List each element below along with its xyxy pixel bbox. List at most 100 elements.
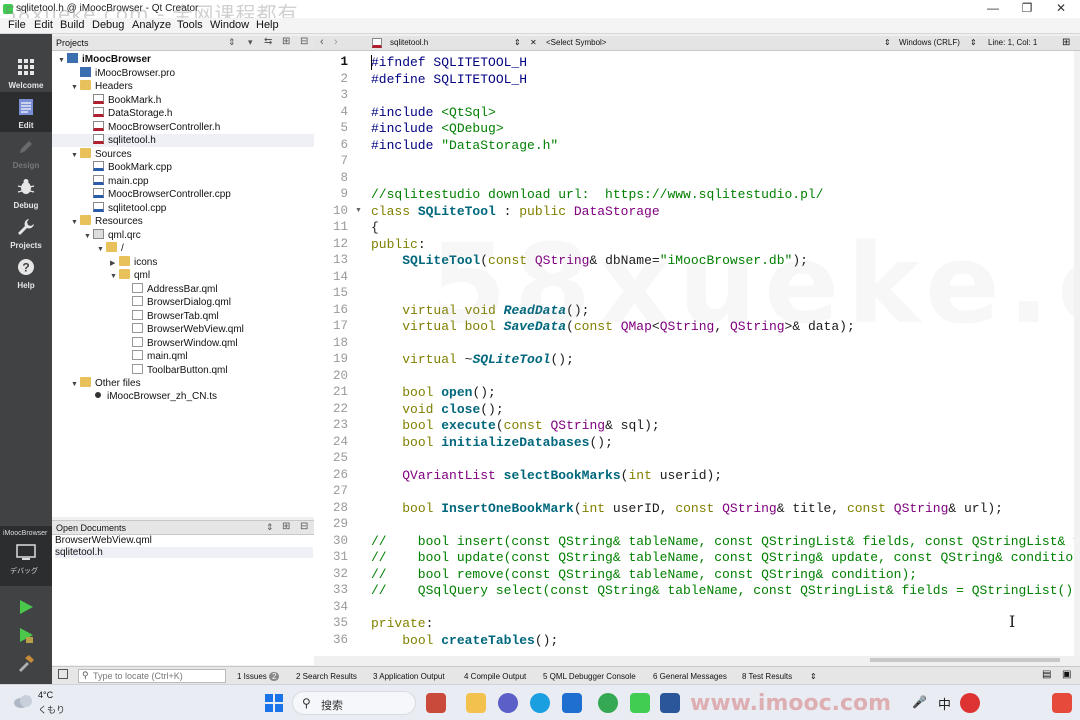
mode-edit[interactable]: Edit	[0, 92, 52, 132]
notification-app-icon[interactable]	[1052, 693, 1072, 713]
qt-creator-taskbar-icon[interactable]	[630, 693, 650, 713]
collapse-arrow-icon[interactable]: ▼	[58, 57, 67, 64]
view-dropdown-icon[interactable]: ⇕	[228, 37, 236, 48]
debug-run-icon[interactable]	[17, 626, 35, 644]
output-tab-general-messages[interactable]: 6 General Messages	[653, 672, 727, 681]
mode-projects[interactable]: Projects	[0, 212, 52, 252]
collapse-arrow-icon[interactable]: ▼	[71, 219, 80, 226]
menu-tools[interactable]: Tools	[177, 19, 203, 31]
sogou-ime-icon[interactable]	[960, 693, 980, 713]
taskbar-app-icon[interactable]	[426, 693, 446, 713]
project-tree-item[interactable]: BookMark.h	[52, 93, 314, 107]
project-tree-item[interactable]: BookMark.cpp	[52, 161, 314, 174]
collapse-arrow-icon[interactable]: ▼	[71, 152, 80, 159]
forward-arrow-icon[interactable]: ›	[334, 36, 338, 48]
build-hammer-icon[interactable]	[17, 654, 35, 672]
project-tree-item[interactable]: ▼ Other files	[52, 377, 314, 390]
output-tab-test-results[interactable]: 8 Test Results	[742, 672, 792, 681]
project-tree-item[interactable]: DataStorage.h	[52, 107, 314, 120]
toggle-sidebar-icon[interactable]	[58, 669, 68, 679]
project-tree-item[interactable]: MoocBrowserController.h	[52, 120, 314, 134]
current-file-name[interactable]: sqlitetool.h	[390, 38, 428, 47]
close-pane-icon[interactable]: ⊟	[300, 36, 308, 47]
symbol-dropdown-icon[interactable]: ⇕	[884, 38, 891, 47]
view-dropdown-icon[interactable]: ⇕	[266, 522, 274, 533]
menu-analyze[interactable]: Analyze	[132, 19, 171, 31]
mode-debug[interactable]: Debug	[0, 172, 52, 212]
collapse-arrow-icon[interactable]: ▼	[71, 84, 80, 91]
more-tabs-icon[interactable]: ⇕	[810, 672, 817, 681]
collapse-arrow-icon[interactable]: ▼	[97, 246, 106, 253]
output-tab-issues[interactable]: 1 Issues 2	[237, 672, 280, 681]
chrome-browser-icon[interactable]	[598, 693, 618, 713]
project-tree-item[interactable]: BrowserDialog.qml	[52, 296, 314, 309]
code-editor[interactable]: #ifndef SQLITETOOL_H #define SQLITETOOL_H…	[364, 51, 1074, 656]
link-icon[interactable]: ⇆	[264, 36, 272, 47]
project-tree-item[interactable]: ▼ iMoocBrowser	[52, 53, 314, 66]
expand-arrow-icon[interactable]: ▶	[110, 259, 119, 267]
output-tab-application-output[interactable]: 3 Application Output	[373, 672, 445, 681]
project-tree-item[interactable]: ▼ qml.qrc	[52, 228, 314, 242]
split-icon[interactable]: ⊞	[282, 36, 290, 47]
close-pane-icon[interactable]: ⊟	[300, 521, 308, 532]
minimize-button[interactable]: —	[976, 0, 1010, 18]
cursor-position[interactable]: Line: 1, Col: 1	[988, 38, 1037, 47]
menu-file[interactable]: File	[8, 19, 26, 31]
mode-help[interactable]: ? Help	[0, 252, 52, 292]
cloud-weather-icon[interactable]	[12, 693, 34, 709]
project-tree-item[interactable]: ▼ Headers	[52, 80, 314, 93]
teams-icon[interactable]	[498, 693, 518, 713]
toggle-output-icon[interactable]: ▣	[1062, 669, 1071, 680]
project-tree-item[interactable]: sqlitetool.cpp	[52, 201, 314, 215]
encoding-dropdown-icon[interactable]: ⇕	[970, 38, 977, 47]
open-document-item[interactable]: sqlitetool.h	[55, 547, 313, 558]
maximize-output-icon[interactable]: ▤	[1042, 669, 1051, 680]
output-tab-compile-output[interactable]: 4 Compile Output	[464, 672, 526, 681]
file-dropdown-icon[interactable]: ⇕	[514, 38, 521, 47]
kit-selector[interactable]: iMoocBrowser デバッグ	[0, 526, 52, 586]
word-icon[interactable]	[660, 693, 680, 713]
filter-icon[interactable]: ▾	[248, 37, 253, 48]
file-explorer-icon[interactable]	[466, 693, 486, 713]
open-document-item[interactable]: BrowserWebView.qml	[55, 535, 152, 546]
project-tree-item[interactable]: MoocBrowserController.cpp	[52, 188, 314, 201]
project-tree-item[interactable]: sqlitetool.h	[52, 134, 314, 147]
project-tree-item[interactable]: AddressBar.qml	[52, 282, 314, 296]
project-tree-item[interactable]: ToolbarButton.qml	[52, 363, 314, 377]
project-tree-item[interactable]: ▼ Sources	[52, 147, 314, 161]
collapse-arrow-icon[interactable]: ▼	[84, 233, 93, 240]
back-arrow-icon[interactable]: ‹	[320, 36, 324, 48]
project-tree-item[interactable]: iMoocBrowser_zh_CN.ts	[52, 391, 314, 404]
project-tree-item[interactable]: main.cpp	[52, 174, 314, 188]
project-tree-item[interactable]: main.qml	[52, 350, 314, 363]
run-icon[interactable]	[17, 598, 35, 616]
project-tree-item[interactable]: BrowserWebView.qml	[52, 323, 314, 336]
fold-marker-icon[interactable]: ▼	[355, 207, 362, 214]
output-tab-search-results[interactable]: 2 Search Results	[296, 672, 357, 681]
ime-indicator[interactable]: 中	[938, 694, 951, 713]
output-tab-qml-debugger-console[interactable]: 5 QML Debugger Console	[543, 672, 636, 681]
maximize-button[interactable]: ❐	[1010, 0, 1044, 18]
windows-start-icon[interactable]	[264, 693, 284, 713]
project-tree-item[interactable]: iMoocBrowser.pro	[52, 66, 314, 80]
project-tree-item[interactable]: ▼ qml	[52, 269, 314, 282]
menu-help[interactable]: Help	[256, 19, 279, 31]
edge-browser-icon[interactable]	[530, 693, 550, 713]
project-tree-item[interactable]: ▶ icons	[52, 255, 314, 269]
close-file-icon[interactable]: ✕	[530, 38, 537, 47]
menu-window[interactable]: Window	[210, 19, 249, 31]
project-tree-item[interactable]: ▼ Resources	[52, 215, 314, 228]
menu-debug[interactable]: Debug	[92, 19, 124, 31]
split-editor-icon[interactable]: ⊞	[1062, 37, 1070, 48]
split-icon[interactable]: ⊞	[282, 521, 290, 532]
project-tree-item[interactable]: BrowserTab.qml	[52, 309, 314, 323]
close-button[interactable]: ✕	[1044, 0, 1078, 18]
collapse-arrow-icon[interactable]: ▼	[71, 381, 80, 388]
project-tree-item[interactable]: BrowserWindow.qml	[52, 336, 314, 350]
menu-edit[interactable]: Edit	[34, 19, 53, 31]
project-tree-item[interactable]: ▼ /	[52, 242, 314, 255]
encoding-selector[interactable]: Windows (CRLF)	[899, 38, 960, 47]
scrollbar-thumb[interactable]	[870, 658, 1060, 662]
symbol-selector[interactable]: <Select Symbol>	[546, 38, 606, 47]
mode-design[interactable]: Design	[0, 132, 52, 172]
